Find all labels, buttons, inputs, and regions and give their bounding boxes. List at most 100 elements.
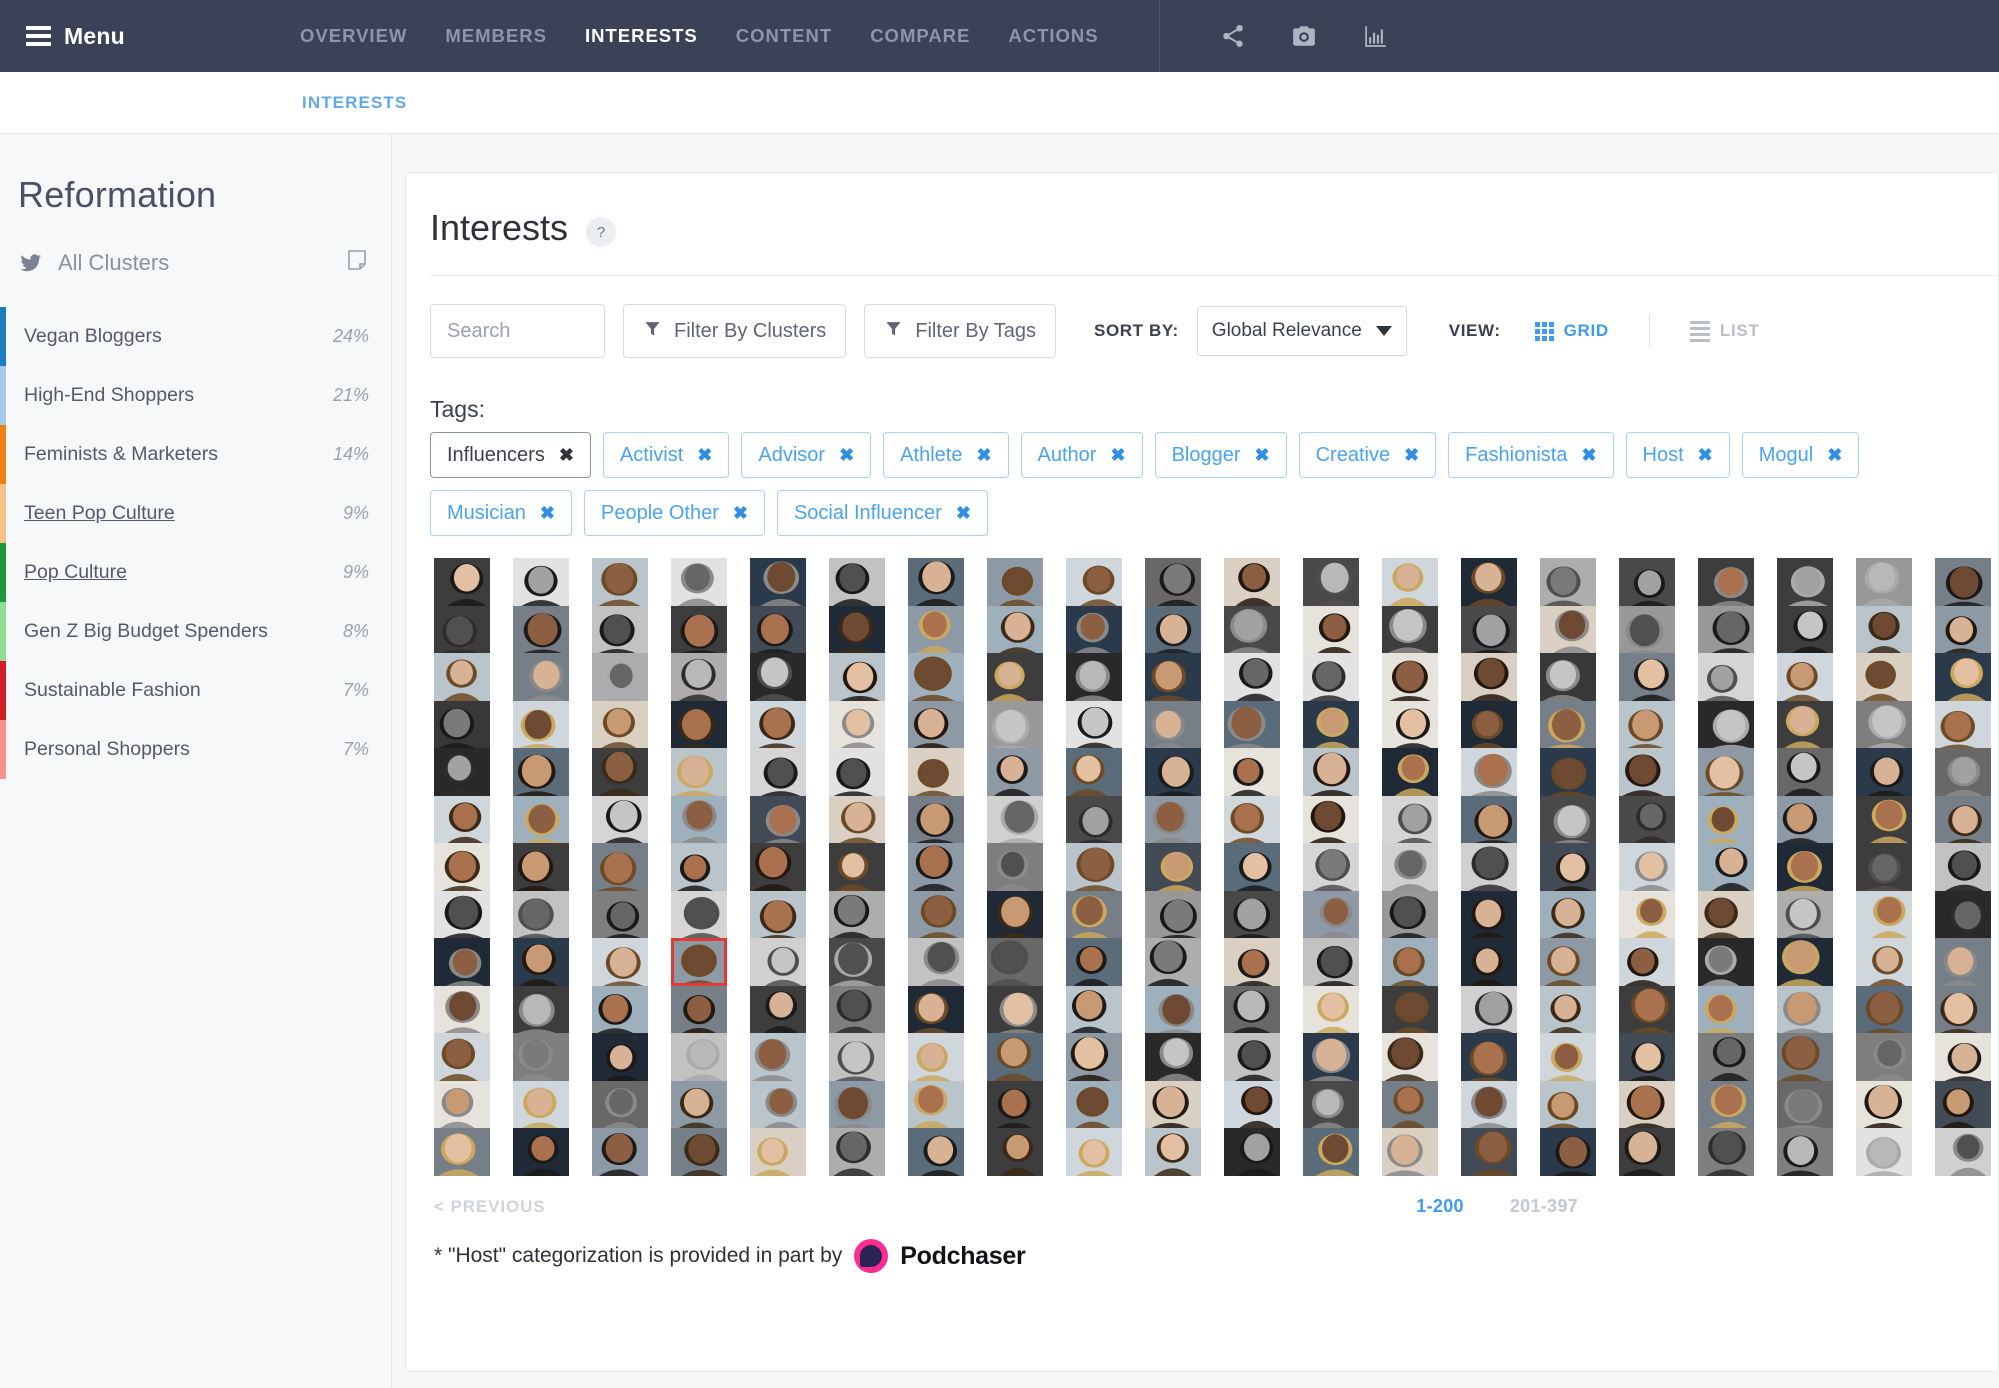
tag-chip[interactable]: Creative ✖: [1298, 432, 1437, 478]
interest-thumbnail[interactable]: [1777, 1033, 1833, 1081]
interest-thumbnail[interactable]: [908, 748, 964, 796]
interest-thumbnail[interactable]: [1224, 1033, 1280, 1081]
interest-thumbnail[interactable]: [1856, 558, 1912, 606]
interest-thumbnail[interactable]: [1698, 558, 1754, 606]
interest-thumbnail[interactable]: [1145, 985, 1201, 1034]
interest-thumbnail[interactable]: [1540, 700, 1596, 749]
menu-button[interactable]: Menu: [0, 23, 300, 50]
interest-thumbnail[interactable]: [1856, 605, 1912, 654]
sidebar-item-cluster[interactable]: Vegan Bloggers 24%: [0, 307, 391, 366]
sidebar-item-cluster[interactable]: Gen Z Big Budget Spenders 8%: [0, 602, 391, 661]
previous-page-button[interactable]: < PREVIOUS: [434, 1197, 546, 1217]
interest-thumbnail[interactable]: [1066, 700, 1122, 749]
interest-thumbnail[interactable]: [1382, 843, 1438, 891]
interest-thumbnail[interactable]: [987, 938, 1043, 986]
interest-thumbnail[interactable]: [1382, 558, 1438, 606]
interest-thumbnail[interactable]: [592, 985, 648, 1034]
interest-thumbnail[interactable]: [750, 1033, 806, 1081]
interest-thumbnail[interactable]: [829, 1033, 885, 1081]
interest-thumbnail[interactable]: [750, 890, 806, 939]
interest-thumbnail[interactable]: [1935, 985, 1991, 1034]
interest-thumbnail[interactable]: [1698, 890, 1754, 939]
interest-thumbnail[interactable]: [1224, 605, 1280, 654]
interest-thumbnail[interactable]: [1619, 890, 1675, 939]
interest-thumbnail[interactable]: [750, 1080, 806, 1129]
interest-thumbnail[interactable]: [1303, 558, 1359, 606]
tab-compare[interactable]: COMPARE: [870, 25, 970, 47]
sidebar-item-cluster[interactable]: Feminists & Marketers 14%: [0, 425, 391, 484]
interest-thumbnail[interactable]: [987, 558, 1043, 606]
interest-thumbnail[interactable]: [1777, 748, 1833, 796]
interest-thumbnail[interactable]: [1619, 1033, 1675, 1081]
interest-thumbnail[interactable]: [1540, 558, 1596, 606]
interest-thumbnail[interactable]: [1066, 938, 1122, 986]
tag-chip[interactable]: Mogul ✖: [1741, 432, 1860, 478]
interest-thumbnail[interactable]: [1935, 795, 1991, 844]
interest-thumbnail[interactable]: [1145, 795, 1201, 844]
interest-thumbnail[interactable]: [1698, 605, 1754, 654]
interest-thumbnail[interactable]: [1303, 605, 1359, 654]
interest-thumbnail[interactable]: [750, 748, 806, 796]
filter-by-clusters-button[interactable]: Filter By Clusters: [623, 304, 847, 358]
interest-thumbnail[interactable]: [1145, 1080, 1201, 1129]
remove-tag-icon[interactable]: ✖: [559, 445, 574, 466]
interest-thumbnail[interactable]: [750, 795, 806, 844]
interest-thumbnail[interactable]: [1935, 748, 1991, 796]
interest-thumbnail[interactable]: [1935, 653, 1991, 701]
interest-thumbnail[interactable]: [513, 938, 569, 986]
interest-thumbnail[interactable]: [592, 843, 648, 891]
interest-thumbnail[interactable]: [1066, 605, 1122, 654]
interest-thumbnail[interactable]: [829, 653, 885, 701]
interest-thumbnail[interactable]: [829, 890, 885, 939]
interest-thumbnail[interactable]: [671, 938, 727, 986]
interest-thumbnail[interactable]: [1145, 1033, 1201, 1081]
interest-thumbnail[interactable]: [908, 890, 964, 939]
interest-thumbnail[interactable]: [1224, 700, 1280, 749]
interest-thumbnail[interactable]: [1145, 1128, 1201, 1176]
interest-thumbnail[interactable]: [434, 1128, 490, 1176]
tab-actions[interactable]: ACTIONS: [1008, 25, 1098, 47]
interest-thumbnail[interactable]: [671, 1128, 727, 1176]
interest-thumbnail[interactable]: [1145, 558, 1201, 606]
interest-thumbnail[interactable]: [1461, 605, 1517, 654]
interest-thumbnail[interactable]: [1698, 1080, 1754, 1129]
interest-thumbnail[interactable]: [1145, 748, 1201, 796]
interest-thumbnail[interactable]: [1224, 1128, 1280, 1176]
interest-thumbnail[interactable]: [1303, 795, 1359, 844]
page-link[interactable]: 1-200: [1416, 1196, 1464, 1217]
interest-thumbnail[interactable]: [1935, 605, 1991, 654]
interest-thumbnail[interactable]: [513, 985, 569, 1034]
remove-tag-icon[interactable]: ✖: [1581, 445, 1596, 466]
sidebar-item-cluster[interactable]: Sustainable Fashion 7%: [0, 661, 391, 720]
interest-thumbnail[interactable]: [671, 985, 727, 1034]
remove-tag-icon[interactable]: ✖: [1827, 445, 1842, 466]
interest-thumbnail[interactable]: [434, 843, 490, 891]
interest-thumbnail[interactable]: [1856, 1033, 1912, 1081]
interest-thumbnail[interactable]: [592, 558, 648, 606]
interest-thumbnail[interactable]: [1145, 700, 1201, 749]
interest-thumbnail[interactable]: [1619, 558, 1675, 606]
interest-thumbnail[interactable]: [1698, 843, 1754, 891]
tag-chip[interactable]: People Other ✖: [584, 490, 765, 536]
remove-tag-icon[interactable]: ✖: [956, 503, 971, 524]
interest-thumbnail[interactable]: [1619, 605, 1675, 654]
interest-thumbnail[interactable]: [513, 1033, 569, 1081]
interest-thumbnail[interactable]: [1382, 700, 1438, 749]
interest-thumbnail[interactable]: [829, 1128, 885, 1176]
interest-thumbnail[interactable]: [1777, 700, 1833, 749]
interest-thumbnail[interactable]: [592, 1080, 648, 1129]
interest-thumbnail[interactable]: [987, 1080, 1043, 1129]
remove-tag-icon[interactable]: ✖: [1404, 445, 1419, 466]
interest-thumbnail[interactable]: [1619, 748, 1675, 796]
interest-thumbnail[interactable]: [829, 700, 885, 749]
interest-thumbnail[interactable]: [908, 605, 964, 654]
interest-thumbnail[interactable]: [829, 843, 885, 891]
interest-thumbnail[interactable]: [671, 653, 727, 701]
interest-thumbnail[interactable]: [671, 795, 727, 844]
interest-thumbnail[interactable]: [987, 748, 1043, 796]
interest-thumbnail[interactable]: [750, 700, 806, 749]
interest-thumbnail[interactable]: [513, 748, 569, 796]
tag-chip[interactable]: Fashionista ✖: [1448, 432, 1614, 478]
bar-chart-icon[interactable]: [1362, 23, 1388, 49]
tab-members[interactable]: MEMBERS: [445, 25, 547, 47]
